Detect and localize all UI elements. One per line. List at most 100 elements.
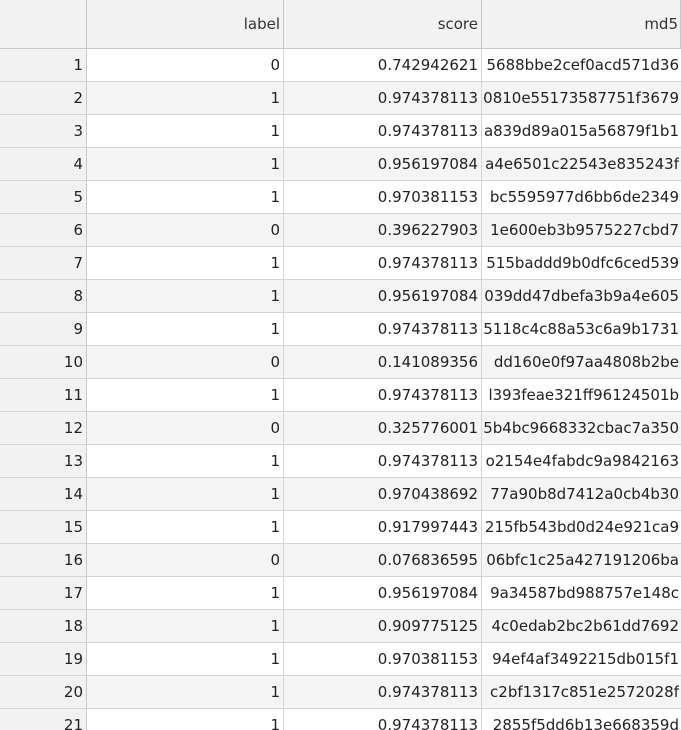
index-column-header[interactable] [0,0,87,48]
table-row[interactable]: 19 1 0.970381153 94ef4af3492215db015f1 [0,643,681,676]
row-index-cell[interactable]: 2 [0,82,87,114]
table-row[interactable]: 18 1 0.909775125 4c0edab2bc2b61dd7692 [0,610,681,643]
md5-cell[interactable]: 5118c4c88a53c6a9b1731 [482,313,681,345]
row-index-cell[interactable]: 7 [0,247,87,279]
score-cell[interactable]: 0.909775125 [284,610,482,642]
score-cell[interactable]: 0.974378113 [284,379,482,411]
table-row[interactable]: 12 0 0.325776001 5b4bc9668332cbac7a350 [0,412,681,445]
score-cell[interactable]: 0.396227903 [284,214,482,246]
score-cell[interactable]: 0.974378113 [284,676,482,708]
row-index-cell[interactable]: 18 [0,610,87,642]
md5-cell[interactable]: o2154e4fabdc9a9842163 [482,445,681,477]
md5-cell[interactable]: 9a34587bd988757e148c [482,577,681,609]
md5-cell[interactable]: 5688bbe2cef0acd571d36 [482,49,681,81]
table-row[interactable]: 10 0 0.141089356 dd160e0f97aa4808b2be [0,346,681,379]
label-cell[interactable]: 1 [87,115,284,147]
label-cell[interactable]: 0 [87,49,284,81]
table-row[interactable]: 14 1 0.970438692 77a90b8d7412a0cb4b30 [0,478,681,511]
score-cell[interactable]: 0.970381153 [284,643,482,675]
row-index-cell[interactable]: 19 [0,643,87,675]
score-cell[interactable]: 0.917997443 [284,511,482,543]
score-cell[interactable]: 0.970438692 [284,478,482,510]
table-row[interactable]: 17 1 0.956197084 9a34587bd988757e148c [0,577,681,610]
row-index-cell[interactable]: 8 [0,280,87,312]
table-row[interactable]: 8 1 0.956197084 039dd47dbefa3b9a4e605 [0,280,681,313]
md5-cell[interactable]: 1e600eb3b9575227cbd7 [482,214,681,246]
label-cell[interactable]: 1 [87,478,284,510]
row-index-cell[interactable]: 4 [0,148,87,180]
row-index-cell[interactable]: 11 [0,379,87,411]
md5-column-header[interactable]: md5 [482,0,681,48]
md5-cell[interactable]: 77a90b8d7412a0cb4b30 [482,478,681,510]
md5-cell[interactable]: 039dd47dbefa3b9a4e605 [482,280,681,312]
md5-cell[interactable]: a4e6501c22543e835243f [482,148,681,180]
row-index-cell[interactable]: 13 [0,445,87,477]
table-row[interactable]: 21 1 0.974378113 2855f5dd6b13e668359d [0,709,681,730]
md5-cell[interactable]: 5b4bc9668332cbac7a350 [482,412,681,444]
row-index-cell[interactable]: 5 [0,181,87,213]
row-index-cell[interactable]: 17 [0,577,87,609]
score-cell[interactable]: 0.974378113 [284,445,482,477]
label-column-header[interactable]: label [87,0,284,48]
row-index-cell[interactable]: 16 [0,544,87,576]
row-index-cell[interactable]: 9 [0,313,87,345]
md5-cell[interactable]: 94ef4af3492215db015f1 [482,643,681,675]
score-cell[interactable]: 0.974378113 [284,247,482,279]
score-cell[interactable]: 0.325776001 [284,412,482,444]
label-cell[interactable]: 1 [87,313,284,345]
md5-cell[interactable]: dd160e0f97aa4808b2be [482,346,681,378]
score-cell[interactable]: 0.970381153 [284,181,482,213]
score-cell[interactable]: 0.974378113 [284,709,482,730]
row-index-cell[interactable]: 1 [0,49,87,81]
label-cell[interactable]: 1 [87,247,284,279]
label-cell[interactable]: 1 [87,445,284,477]
table-row[interactable]: 9 1 0.974378113 5118c4c88a53c6a9b1731 [0,313,681,346]
score-cell[interactable]: 0.742942621 [284,49,482,81]
table-row[interactable]: 20 1 0.974378113 c2bf1317c851e2572028f [0,676,681,709]
score-cell[interactable]: 0.974378113 [284,313,482,345]
table-row[interactable]: 5 1 0.970381153 bc5595977d6bb6de2349 [0,181,681,214]
table-row[interactable]: 3 1 0.974378113 a839d89a015a56879f1b1 [0,115,681,148]
row-index-cell[interactable]: 12 [0,412,87,444]
row-index-cell[interactable]: 15 [0,511,87,543]
md5-cell[interactable]: bc5595977d6bb6de2349 [482,181,681,213]
table-row[interactable]: 7 1 0.974378113 515baddd9b0dfc6ced539 [0,247,681,280]
score-column-header[interactable]: score [284,0,482,48]
table-row[interactable]: 13 1 0.974378113 o2154e4fabdc9a9842163 [0,445,681,478]
label-cell[interactable]: 1 [87,709,284,730]
label-cell[interactable]: 0 [87,214,284,246]
md5-cell[interactable]: 0810e55173587751f3679 [482,82,681,114]
row-index-cell[interactable]: 14 [0,478,87,510]
table-row[interactable]: 6 0 0.396227903 1e600eb3b9575227cbd7 [0,214,681,247]
md5-cell[interactable]: 215fb543bd0d24e921ca9 [482,511,681,543]
table-row[interactable]: 11 1 0.974378113 l393feae321ff96124501b [0,379,681,412]
score-cell[interactable]: 0.974378113 [284,115,482,147]
label-cell[interactable]: 0 [87,412,284,444]
label-cell[interactable]: 1 [87,577,284,609]
table-row[interactable]: 4 1 0.956197084 a4e6501c22543e835243f [0,148,681,181]
label-cell[interactable]: 1 [87,280,284,312]
score-cell[interactable]: 0.956197084 [284,577,482,609]
label-cell[interactable]: 1 [87,148,284,180]
table-row[interactable]: 1 0 0.742942621 5688bbe2cef0acd571d36 [0,49,681,82]
row-index-cell[interactable]: 6 [0,214,87,246]
md5-cell[interactable]: l393feae321ff96124501b [482,379,681,411]
table-row[interactable]: 2 1 0.974378113 0810e55173587751f3679 [0,82,681,115]
score-cell[interactable]: 0.956197084 [284,280,482,312]
label-cell[interactable]: 1 [87,676,284,708]
label-cell[interactable]: 1 [87,610,284,642]
md5-cell[interactable]: 2855f5dd6b13e668359d [482,709,681,730]
md5-cell[interactable]: a839d89a015a56879f1b1 [482,115,681,147]
label-cell[interactable]: 1 [87,181,284,213]
row-index-cell[interactable]: 10 [0,346,87,378]
table-row[interactable]: 16 0 0.076836595 06bfc1c25a427191206ba [0,544,681,577]
label-cell[interactable]: 1 [87,511,284,543]
row-index-cell[interactable]: 20 [0,676,87,708]
md5-cell[interactable]: 515baddd9b0dfc6ced539 [482,247,681,279]
label-cell[interactable]: 0 [87,346,284,378]
table-row[interactable]: 15 1 0.917997443 215fb543bd0d24e921ca9 [0,511,681,544]
row-index-cell[interactable]: 21 [0,709,87,730]
md5-cell[interactable]: 06bfc1c25a427191206ba [482,544,681,576]
label-cell[interactable]: 1 [87,379,284,411]
score-cell[interactable]: 0.956197084 [284,148,482,180]
